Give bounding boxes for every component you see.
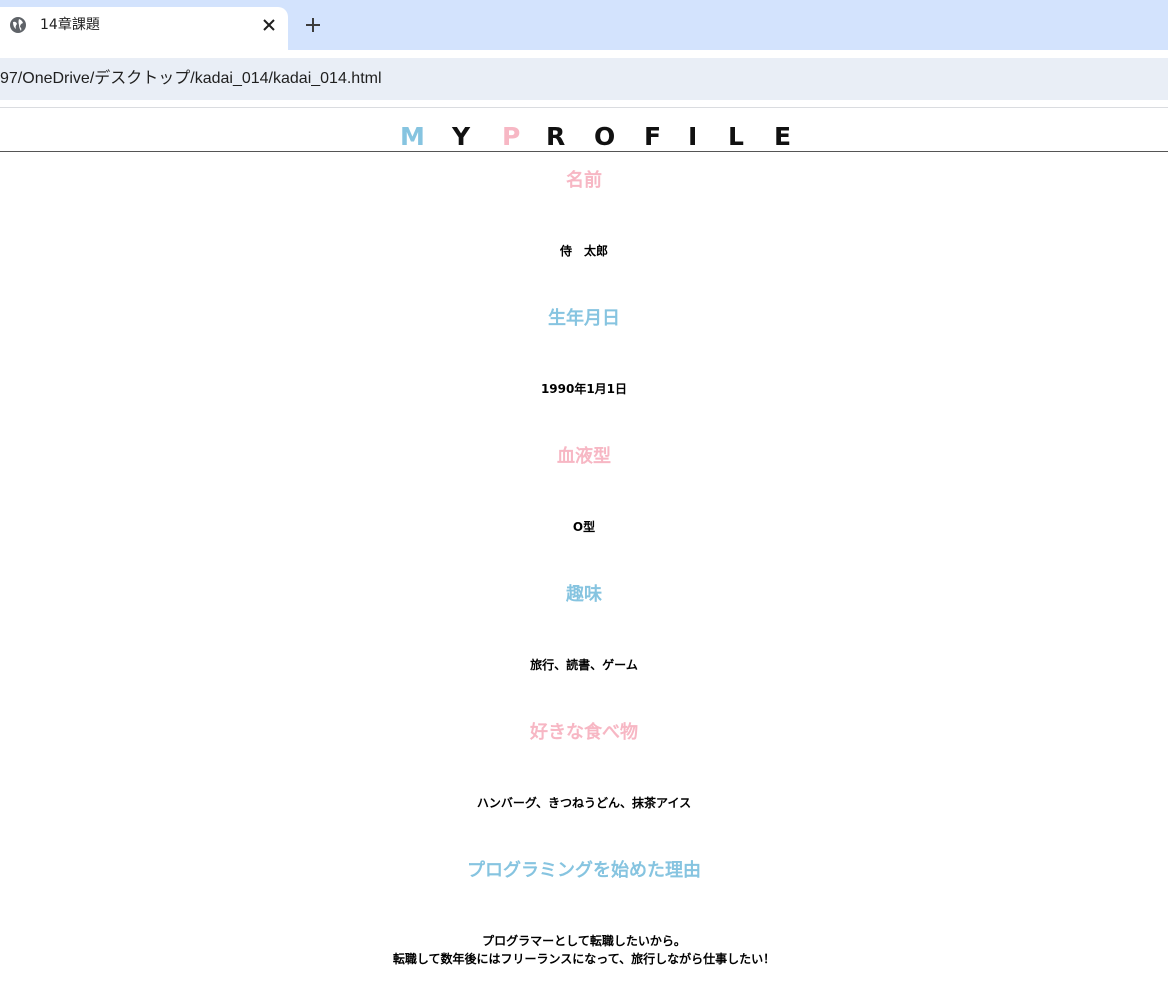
- section-heading: 趣味: [566, 584, 602, 605]
- section-heading: 好きな食べ物: [530, 722, 638, 743]
- globe-icon: [10, 17, 26, 33]
- logo-letter: M: [400, 122, 425, 151]
- site-logo: MY PROFI L E: [0, 122, 1168, 152]
- logo-letter: O: [594, 122, 616, 151]
- url-text: 97/OneDrive/デスクトップ/kadai_014/kadai_014.h…: [0, 70, 382, 87]
- logo-letter: I: [688, 122, 698, 151]
- site-header: MY PROFI L E: [0, 108, 1168, 151]
- tab-title: 14章課題: [40, 17, 100, 33]
- tab-strip: 14章課題: [0, 0, 1168, 50]
- section-heading: 名前: [566, 170, 602, 191]
- section-text: ハンバーグ、きつねうどん、抹茶アイス: [476, 796, 692, 810]
- close-icon[interactable]: [258, 14, 280, 36]
- section-text: 侍 太郎: [559, 244, 608, 258]
- plus-icon[interactable]: [302, 14, 324, 36]
- section-text: 転職して数年後にはフリーランスになって、旅行しながら仕事したい！: [392, 952, 776, 966]
- logo-letter: E: [774, 122, 792, 151]
- logo-letter: Y: [452, 122, 471, 151]
- logo-letter: P: [502, 122, 521, 151]
- section-heading: プログラミングを始めた理由: [467, 860, 701, 881]
- browser-toolbar: 97/OneDrive/デスクトップ/kadai_014/kadai_014.h…: [0, 50, 1168, 108]
- section-heading: 生年月日: [548, 308, 620, 329]
- header-divider: [0, 151, 1168, 152]
- section-text: O型: [572, 520, 596, 534]
- logo-letter: L: [728, 122, 744, 151]
- logo-letter: R: [546, 122, 566, 151]
- browser-tab[interactable]: 14章課題: [0, 7, 288, 50]
- section-text: プログラマーとして転職したいから。: [482, 934, 686, 948]
- address-bar[interactable]: 97/OneDrive/デスクトップ/kadai_014/kadai_014.h…: [0, 58, 1168, 100]
- section-heading: 血液型: [557, 446, 611, 467]
- section-text: 旅行、読書、ゲーム: [530, 658, 638, 672]
- section-text: 1990年1月1日: [540, 382, 628, 396]
- logo-letter: F: [644, 122, 662, 151]
